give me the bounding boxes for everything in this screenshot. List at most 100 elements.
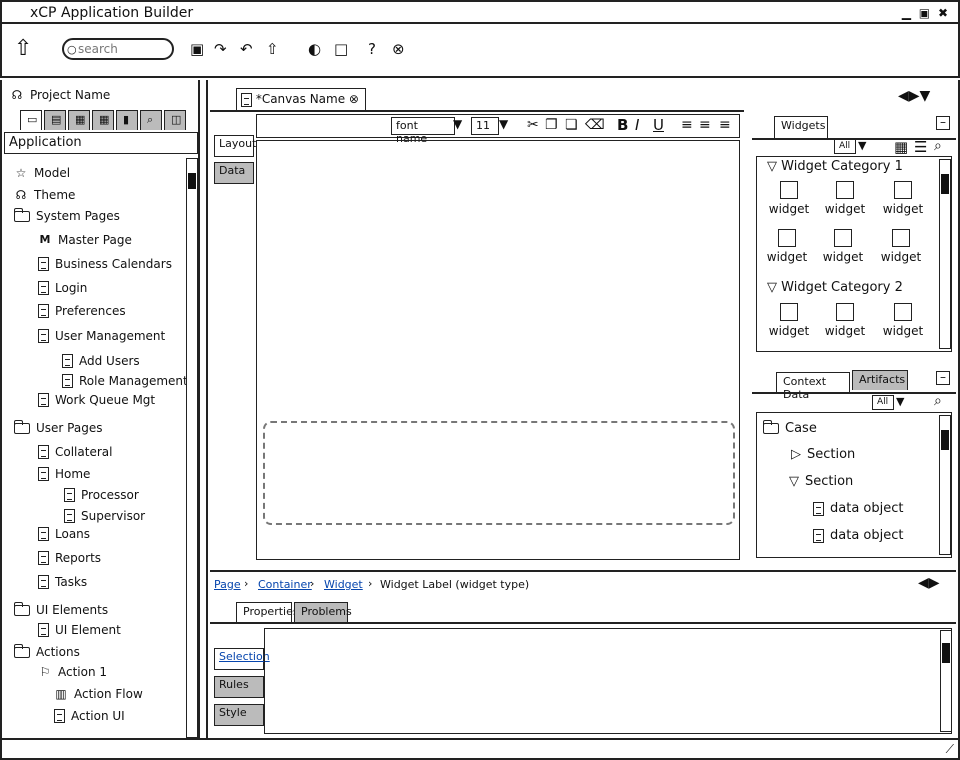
context-section-expanded[interactable]: ▽ Section [789,474,853,489]
redo-icon[interactable]: ↷ [214,40,227,58]
tree-item-role-management[interactable]: Role Management [62,374,188,388]
widget-item[interactable]: widget [879,229,923,264]
tree-item-model[interactable]: ☆ Model [14,166,70,180]
tree-item-user-pages[interactable]: User Pages [14,419,102,435]
context-scrollbar[interactable] [939,415,951,555]
tab-problems[interactable]: Problems [294,602,352,622]
context-section-collapsed[interactable]: ▷ Section [791,447,855,462]
palette-icon[interactable]: ◐ [308,40,321,58]
tab-context-data[interactable]: Context Data [776,372,850,401]
tab-docs-icon[interactable]: ▦ [68,110,90,130]
editor-nav-arrows-icon[interactable]: ◀▶▼ [898,88,930,104]
scroll-thumb[interactable] [942,643,950,663]
align-left-icon[interactable]: ≡ [681,117,693,133]
chevron-down-icon[interactable]: ▼ [453,117,462,131]
upload-icon[interactable]: ⇧ [266,40,279,58]
tree-item-theme[interactable]: ☊ Theme [14,188,76,202]
widget-item[interactable]: widget [823,181,867,216]
tab-database-icon[interactable]: ◫ [164,110,186,130]
chevron-down-icon[interactable]: ▼ [499,117,508,131]
align-right-icon[interactable]: ≡ [719,117,731,133]
tab-selection[interactable]: Selection [214,648,270,670]
chevron-down-icon[interactable]: ▼ [896,395,904,408]
tree-item-reports[interactable]: Reports [38,551,101,565]
tree-item-system-pages[interactable]: System Pages [14,207,120,223]
widget-item[interactable]: widget [823,303,867,338]
search-icon[interactable]: ⌕ [934,393,942,409]
grid-view-icon[interactable]: ▦ [894,138,908,156]
widget-item[interactable]: widget [767,303,811,338]
tab-style[interactable]: Style [214,704,264,726]
copy-icon[interactable]: ❐ [545,117,558,133]
tree-item-master-page[interactable]: M Master Page [38,233,132,247]
close-circle-icon[interactable]: ⊗ [392,40,405,58]
tab-artifacts[interactable]: Artifacts [852,370,908,390]
widget-item[interactable]: widget [821,229,865,264]
font-size-select[interactable]: 11 [471,117,499,135]
tab-search-icon[interactable]: ⌕ [140,110,162,130]
underline-icon[interactable]: U [653,116,664,134]
tree-item-home[interactable]: Home [38,467,90,481]
tab-rules[interactable]: Rules [214,676,264,698]
context-data-object[interactable]: data object [813,528,903,543]
widgets-filter-select[interactable]: All [834,139,856,154]
tree-item-tasks[interactable]: Tasks [38,575,87,589]
widgets-scrollbar[interactable] [939,159,951,349]
search-icon[interactable]: ⌕ [934,138,942,154]
paste-icon[interactable]: ❏ [565,117,578,133]
breadcrumb-container[interactable]: Container [258,578,312,591]
tab-properties[interactable]: Properties [236,602,299,624]
tree-item-add-users[interactable]: Add Users [62,354,140,368]
scroll-thumb[interactable] [941,174,949,194]
stop-icon[interactable]: □ [334,40,348,58]
bold-icon[interactable]: B [617,116,628,134]
context-data-object[interactable]: data object [813,501,903,516]
tree-item-ui-elements[interactable]: UI Elements [14,601,108,617]
breadcrumb-page[interactable]: Page [214,578,241,591]
tree-item-loans[interactable]: Loans [38,527,90,541]
tree-item-business-calendars[interactable]: Business Calendars [38,257,172,271]
list-view-icon[interactable]: ☰ [914,138,927,156]
minimize-icon[interactable]: – [936,116,950,130]
tree-item-work-queue-mgt[interactable]: Work Queue Mgt [38,393,155,407]
breadcrumb-widget[interactable]: Widget [324,578,363,591]
tab-data[interactable]: Data [214,162,254,184]
tree-item-preferences[interactable]: Preferences [38,304,126,318]
widget-item[interactable]: widget [765,229,809,264]
cut-icon[interactable]: ✂ [527,117,539,133]
tree-item-action-flow[interactable]: ▥ Action Flow [54,687,142,701]
tab-pages-icon[interactable]: ▭ [20,110,42,130]
align-center-icon[interactable]: ≡ [699,117,711,133]
font-name-select[interactable]: font name [391,117,455,145]
widget-item[interactable]: widget [881,181,925,216]
delete-icon[interactable]: ⌫ [585,117,605,133]
minimize-icon[interactable]: – [936,371,950,385]
tab-forms-icon[interactable]: ▤ [44,110,66,130]
close-icon[interactable]: ⊗ [349,92,359,106]
tree-item-user-management[interactable]: User Management [38,329,165,343]
canvas-container-placeholder[interactable] [263,421,735,525]
tree-item-processor[interactable]: Processor [64,488,139,502]
widget-item[interactable]: widget [881,303,925,338]
help-icon[interactable]: ? [368,40,376,58]
tree-item-collateral[interactable]: Collateral [38,445,112,459]
widget-category-1[interactable]: ▽ Widget Category 1 [767,159,903,174]
scroll-thumb[interactable] [941,430,949,450]
widget-category-2[interactable]: ▽ Widget Category 2 [767,280,903,295]
resize-grip-icon[interactable]: ⟋ [946,742,954,757]
tab-chart-icon[interactable]: ▮ [116,110,138,130]
chevron-down-icon[interactable]: ▼ [858,139,866,152]
tab-canvas[interactable]: *Canvas Name ⊗ [236,88,366,110]
context-filter-select[interactable]: All [872,395,894,410]
scroll-thumb[interactable] [188,173,196,189]
tab-grid-icon[interactable]: ▦ [92,110,114,130]
save-icon[interactable]: ▣ [190,40,204,58]
canvas-area[interactable] [256,140,740,560]
tree-item-login[interactable]: Login [38,281,87,295]
widget-item[interactable]: widget [767,181,811,216]
tree-item-supervisor[interactable]: Supervisor [64,509,145,523]
tab-layout[interactable]: Layout [214,135,256,157]
context-case[interactable]: Case [763,420,817,436]
breadcrumb-nav-arrows-icon[interactable]: ◀▶ [918,575,940,591]
undo-icon[interactable]: ↶ [240,40,253,58]
